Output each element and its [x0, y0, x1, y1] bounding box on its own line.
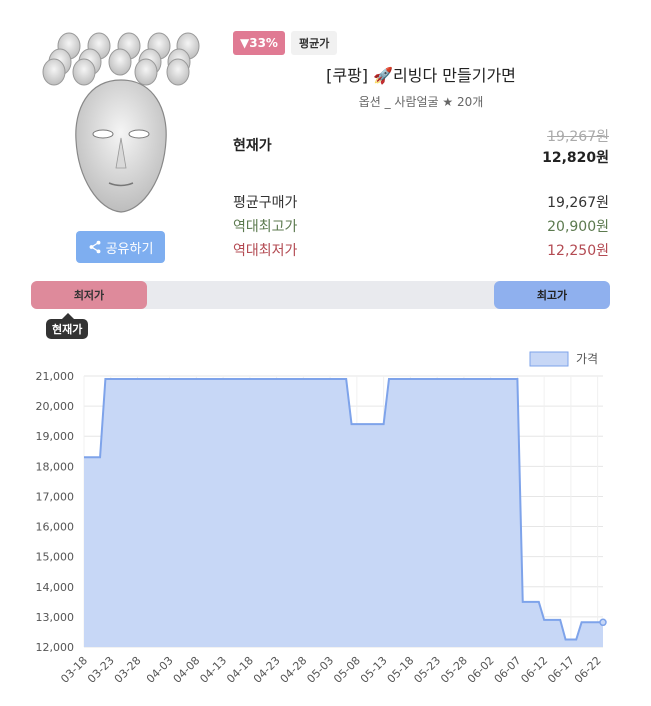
y-tick-label: 19,000	[36, 430, 75, 443]
x-tick-label: 04-28	[278, 654, 310, 686]
share-icon	[89, 240, 101, 254]
y-tick-label: 20,000	[36, 400, 75, 413]
y-tick-label: 17,000	[36, 490, 75, 503]
x-tick-label: 05-23	[411, 654, 443, 686]
product-image	[36, 28, 206, 218]
x-tick-label: 05-03	[304, 654, 336, 686]
x-tick-label: 06-07	[492, 654, 524, 686]
legend-swatch	[529, 351, 569, 367]
x-tick-label: 05-08	[331, 654, 363, 686]
x-tick-label: 05-28	[438, 654, 470, 686]
x-tick-label: 04-08	[171, 654, 203, 686]
data-point	[599, 618, 607, 627]
x-tick-label: 06-17	[545, 654, 577, 686]
x-tick-label: 06-12	[518, 654, 550, 686]
x-tick-label: 03-23	[85, 654, 117, 686]
x-tick-label: 06-02	[465, 654, 497, 686]
legend-label: 가격	[576, 352, 598, 366]
low-price: 12,250원	[547, 243, 609, 259]
mask-illustration	[42, 32, 200, 213]
x-tick-label: 05-13	[358, 654, 390, 686]
avg-price-label: 평균구매가	[233, 195, 298, 211]
y-tick-label: 16,000	[36, 521, 75, 534]
low-price-label: 역대최저가	[233, 243, 298, 259]
price-chart: 12,000 13,000 14,000 15,000 16,000 17,000 18,0…	[36, 351, 607, 686]
product-title: [쿠팡] 🚀리빙다 만들기가면	[326, 66, 516, 85]
y-tick-label: 15,000	[36, 551, 75, 564]
x-tick-label: 04-23	[251, 654, 283, 686]
x-tick-label: 03-18	[58, 654, 90, 686]
share-label: 공유하기	[105, 241, 154, 257]
x-tick-label: 04-18	[224, 654, 256, 686]
avg-badge: 평균가	[291, 31, 338, 55]
high-price: 20,900원	[547, 219, 609, 235]
x-tick-label: 04-13	[197, 654, 229, 686]
y-tick-label: 18,000	[36, 460, 75, 473]
current-price-marker: 현재가	[46, 313, 89, 339]
x-tick-label: 06-22	[572, 654, 604, 686]
x-tick-label: 03-28	[112, 654, 144, 686]
share-button[interactable]: 공유하기	[76, 231, 165, 263]
range-high-label: 최고가	[494, 281, 610, 309]
original-price: 19,267원	[547, 129, 609, 145]
x-tick-label: 05-18	[385, 654, 417, 686]
y-tick-label: 14,000	[36, 581, 75, 594]
y-tick-label: 12,000	[36, 641, 75, 654]
current-price-label: 현재가	[233, 138, 272, 154]
series-area	[84, 379, 603, 647]
range-low-label: 최저가	[31, 281, 147, 309]
x-tick-label: 04-03	[144, 654, 176, 686]
discount-badge: ▼33%	[233, 31, 285, 55]
current-price: 12,820원	[542, 150, 609, 166]
high-price-label: 역대최고가	[233, 219, 298, 235]
product-option: 옵션 _ 사람얼굴 ★ 20개	[358, 95, 484, 109]
y-tick-label: 21,000	[36, 370, 75, 383]
avg-price: 19,267원	[547, 195, 609, 211]
y-tick-label: 13,000	[36, 611, 75, 624]
